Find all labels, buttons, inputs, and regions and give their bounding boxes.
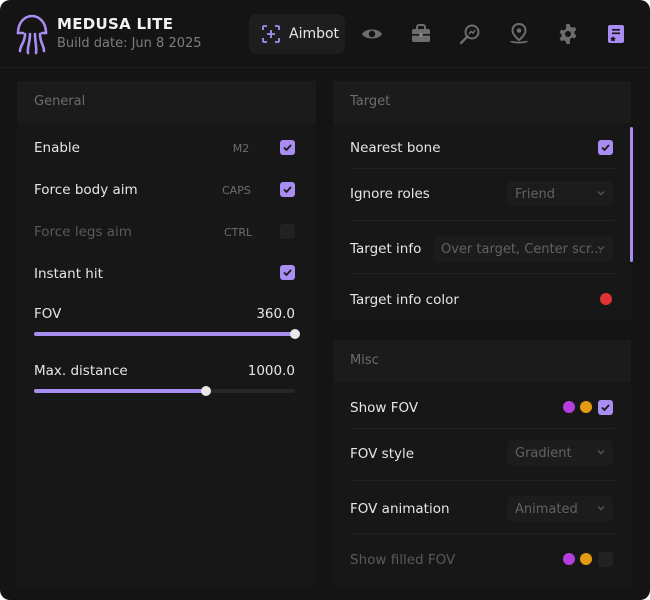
force-legs-aim-checkbox[interactable] bbox=[280, 224, 295, 239]
fov-style-dropdown[interactable]: Gradient bbox=[507, 440, 613, 466]
force-body-aim-keybind[interactable]: CAPS bbox=[214, 179, 259, 201]
force-legs-aim-keybind[interactable]: CTRL bbox=[216, 221, 261, 243]
target-panel-header: Target bbox=[333, 81, 631, 123]
checkmark-icon bbox=[601, 144, 610, 152]
force-legs-aim-label: Force legs aim bbox=[34, 224, 132, 240]
show-filled-fov-label: Show filled FOV bbox=[350, 552, 456, 568]
max-distance-slider-handle[interactable] bbox=[201, 386, 212, 396]
instant-hit-checkbox[interactable] bbox=[280, 265, 295, 280]
show-fov-checkbox[interactable] bbox=[598, 400, 613, 415]
row-divider bbox=[350, 533, 614, 534]
target-panel-title: Target bbox=[350, 94, 391, 109]
search-chart-icon[interactable] bbox=[458, 22, 482, 46]
max-distance-slider[interactable] bbox=[34, 386, 295, 396]
target-info-dropdown[interactable]: Over target, Center scr... bbox=[433, 236, 613, 262]
row-divider bbox=[350, 220, 614, 221]
build-date: Build date: Jun 8 2025 bbox=[57, 36, 202, 51]
fov-animation-label: FOV animation bbox=[350, 501, 450, 517]
nearest-bone-label: Nearest bone bbox=[350, 140, 441, 156]
gear-icon[interactable] bbox=[556, 22, 580, 46]
ignore-roles-label: Ignore roles bbox=[350, 186, 430, 202]
document-star-icon[interactable] bbox=[604, 22, 628, 46]
row-divider bbox=[350, 480, 614, 481]
row-divider bbox=[350, 168, 614, 169]
chevron-down-icon bbox=[597, 450, 605, 455]
enable-checkbox[interactable] bbox=[280, 140, 295, 155]
general-panel-header: General bbox=[17, 81, 316, 123]
max-distance-slider-fill bbox=[34, 389, 207, 393]
briefcase-icon[interactable] bbox=[409, 22, 433, 46]
max-distance-label: Max. distance bbox=[34, 363, 128, 379]
eye-icon[interactable] bbox=[360, 22, 384, 46]
fov-slider[interactable] bbox=[34, 329, 300, 339]
misc-panel: Misc Show FOV FOV style Gradient FOV ani… bbox=[333, 340, 631, 586]
fov-animation-selected: Animated bbox=[515, 501, 578, 517]
chevron-down-icon bbox=[597, 246, 605, 251]
nearest-bone-checkbox[interactable] bbox=[598, 140, 613, 155]
target-info-label: Target info bbox=[350, 241, 422, 257]
ignore-roles-selected: Friend bbox=[515, 186, 555, 202]
row-divider bbox=[350, 428, 614, 429]
header-divider bbox=[0, 67, 650, 68]
checkmark-icon bbox=[283, 269, 292, 277]
enable-label: Enable bbox=[34, 140, 80, 156]
tab-aimbot-label: Aimbot bbox=[289, 26, 340, 42]
target-info-color-label: Target info color bbox=[350, 292, 459, 308]
chevron-down-icon bbox=[597, 191, 605, 196]
show-fov-color-secondary[interactable] bbox=[580, 401, 592, 413]
general-panel-title: General bbox=[34, 94, 86, 109]
chevron-down-icon bbox=[597, 506, 605, 511]
fov-style-label: FOV style bbox=[350, 446, 415, 462]
fov-animation-dropdown[interactable]: Animated bbox=[507, 496, 613, 522]
misc-panel-header: Misc bbox=[333, 340, 631, 382]
fov-value: 360.0 bbox=[256, 306, 295, 322]
row-divider bbox=[350, 273, 614, 274]
fov-slider-fill bbox=[34, 332, 295, 336]
ignore-roles-dropdown[interactable]: Friend bbox=[507, 181, 613, 207]
show-fov-label: Show FOV bbox=[350, 400, 419, 416]
app-title: MEDUSA LITE bbox=[57, 15, 174, 33]
target-panel-scrollbar[interactable] bbox=[630, 127, 633, 262]
enable-keybind[interactable]: M2 bbox=[221, 137, 261, 159]
general-panel: General Enable M2 Force body aim CAPS Fo… bbox=[17, 81, 316, 586]
max-distance-value: 1000.0 bbox=[247, 363, 295, 379]
instant-hit-label: Instant hit bbox=[34, 266, 103, 282]
app-window: MEDUSA LITE Build date: Jun 8 2025 Aimbo… bbox=[0, 0, 650, 600]
target-info-selected: Over target, Center scr... bbox=[441, 241, 603, 257]
misc-panel-title: Misc bbox=[350, 353, 379, 368]
force-body-aim-checkbox[interactable] bbox=[280, 182, 295, 197]
jellyfish-logo-icon bbox=[16, 14, 48, 55]
target-panel: Target Nearest bone Ignore roles Friend … bbox=[333, 81, 631, 321]
show-filled-fov-color-primary[interactable] bbox=[563, 553, 575, 565]
checkmark-icon bbox=[283, 144, 292, 152]
force-body-aim-label: Force body aim bbox=[34, 182, 138, 198]
fov-slider-handle[interactable] bbox=[290, 329, 300, 339]
fov-style-selected: Gradient bbox=[515, 445, 572, 461]
checkmark-icon bbox=[601, 404, 610, 412]
target-info-color-swatch[interactable] bbox=[600, 293, 612, 305]
crosshair-icon bbox=[262, 25, 280, 43]
location-pin-icon[interactable] bbox=[507, 22, 531, 46]
checkmark-icon bbox=[283, 186, 292, 194]
tab-aimbot[interactable]: Aimbot bbox=[249, 14, 345, 54]
show-filled-fov-color-secondary[interactable] bbox=[580, 553, 592, 565]
show-filled-fov-checkbox[interactable] bbox=[598, 552, 613, 567]
show-fov-color-primary[interactable] bbox=[563, 401, 575, 413]
fov-label: FOV bbox=[34, 306, 62, 322]
